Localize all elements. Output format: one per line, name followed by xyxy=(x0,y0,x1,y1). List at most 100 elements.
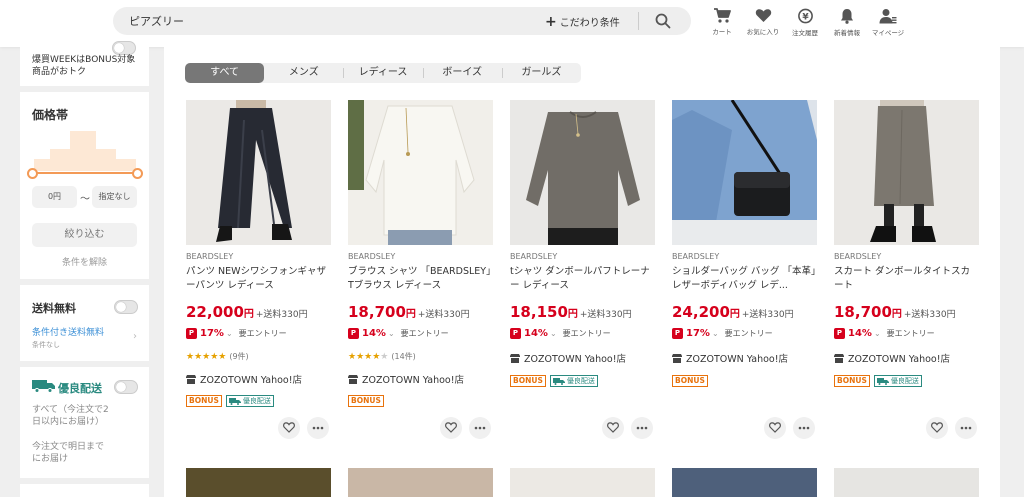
entry-required: 要エントリー xyxy=(400,329,449,338)
header-news[interactable]: 新着情報 xyxy=(825,8,869,37)
product-image[interactable] xyxy=(348,468,493,497)
price-yen: 円 xyxy=(405,309,416,320)
header-favorites[interactable]: お気に入り xyxy=(741,8,785,36)
mypage-icon xyxy=(879,9,897,24)
store-icon xyxy=(348,374,358,384)
product-card[interactable]: BEARDSLEY スカート ダンボールタイトスカート 18,700円 +送料33… xyxy=(834,100,979,440)
product-image[interactable] xyxy=(510,468,655,497)
rating-stars: ★★★★ xyxy=(348,352,381,362)
price-slider-max-handle[interactable] xyxy=(132,168,143,179)
product-rating[interactable]: ★★★★★ (14件) xyxy=(348,351,416,362)
tab-ladies[interactable]: レディース xyxy=(343,63,422,83)
product-store[interactable]: ZOZOTOWN Yahoo!店 xyxy=(348,372,464,386)
product-store[interactable]: ZOZOTOWN Yahoo!店 xyxy=(186,372,302,386)
price-value: 18,150 xyxy=(510,303,568,321)
product-image[interactable] xyxy=(672,100,817,245)
priority-delivery-toggle[interactable] xyxy=(114,380,138,394)
more-button[interactable] xyxy=(793,417,815,439)
favorite-button[interactable] xyxy=(602,417,624,439)
favorite-button[interactable] xyxy=(926,417,948,439)
product-price: 18,150円 +送料330円 xyxy=(510,303,632,321)
price-yen: 円 xyxy=(243,309,254,320)
more-button[interactable] xyxy=(955,417,977,439)
priority-delivery-text: 優良配送 xyxy=(566,377,595,385)
product-image[interactable] xyxy=(348,100,493,245)
chevron-down-icon: ⌄ xyxy=(549,329,557,338)
discount-row[interactable]: P 17% ⌄ 要エントリー xyxy=(186,328,287,339)
product-badges: BONUS xyxy=(348,395,384,407)
narrow-button[interactable]: 絞り込む xyxy=(32,223,137,247)
product-card[interactable]: BEARDSLEY ショルダーバッグ バッグ 「本革」レザーボディバッグ レデ.… xyxy=(672,100,817,440)
discount-row[interactable]: P 14% ⌄ 要エントリー xyxy=(834,328,935,339)
header-icon-label: 注文履歴 xyxy=(792,29,818,37)
discount-rate: 14% xyxy=(848,328,872,339)
product-title[interactable]: ブラウス シャツ 「BEARDSLEY」Tブラウス レディース xyxy=(348,265,493,293)
product-badges: BONUS 優良配送 xyxy=(834,375,922,387)
product-image[interactable] xyxy=(834,468,979,497)
more-button[interactable] xyxy=(307,417,329,439)
header-mypage[interactable]: マイページ xyxy=(866,8,910,37)
bonus-badge: BONUS xyxy=(348,395,384,407)
product-photo-blouse xyxy=(348,100,493,245)
product-image[interactable] xyxy=(510,100,655,245)
product-store[interactable]: ZOZOTOWN Yahoo!店 xyxy=(672,351,788,365)
tab-all[interactable]: すべて xyxy=(185,63,265,83)
tab-boys[interactable]: ボーイズ xyxy=(422,63,502,83)
discount-row[interactable]: P 14% ⌄ 要エントリー xyxy=(348,328,449,339)
more-icon xyxy=(474,426,486,430)
favorite-button[interactable] xyxy=(764,417,786,439)
more-button[interactable] xyxy=(631,417,653,439)
product-price: 24,200円 +送料330円 xyxy=(672,303,794,321)
delivery-option-line: 今注文で明日まで xyxy=(32,442,105,452)
tab-girls[interactable]: ガールズ xyxy=(501,63,581,83)
more-button[interactable] xyxy=(469,417,491,439)
plus-icon: + xyxy=(545,13,557,30)
product-title[interactable]: ショルダーバッグ バッグ 「本革」レザーボディバッグ レデ... xyxy=(672,265,817,293)
price-yen: 円 xyxy=(729,309,740,320)
delivery-truck-icon xyxy=(876,377,889,385)
favorite-button[interactable] xyxy=(440,417,462,439)
free-shipping-toggle[interactable] xyxy=(114,300,138,314)
clear-conditions-link[interactable]: 条件を解除 xyxy=(20,255,149,268)
product-title[interactable]: スカート ダンボールタイトスカート xyxy=(834,265,979,293)
product-photo-bag xyxy=(672,100,817,245)
product-brand: BEARDSLEY xyxy=(348,252,396,261)
product-price: 22,000円 +送料330円 xyxy=(186,303,308,321)
heart-outline-icon xyxy=(283,422,295,433)
bonus-badge: BONUS xyxy=(672,375,708,387)
discount-rate: 17% xyxy=(200,328,224,339)
discount-row[interactable]: P 14% ⌄ 要エントリー xyxy=(510,328,611,339)
product-photo-pants xyxy=(186,100,331,245)
tab-mens[interactable]: メンズ xyxy=(264,63,343,83)
product-image[interactable] xyxy=(834,100,979,245)
product-brand: BEARDSLEY xyxy=(672,252,720,261)
product-image[interactable] xyxy=(186,468,331,497)
header-order-history[interactable]: ¥ 注文履歴 xyxy=(783,8,827,37)
rating-stars: ★★★★★ xyxy=(186,352,227,362)
product-title[interactable]: tシャツ ダンボールパフトレーナー レディース xyxy=(510,265,655,293)
header-icon-label: カート xyxy=(712,28,732,36)
product-store[interactable]: ZOZOTOWN Yahoo!店 xyxy=(510,351,626,365)
product-card[interactable]: BEARDSLEY パンツ NEWシワシフォンギャザーパンツ レディース 22,… xyxy=(186,100,331,440)
product-card[interactable]: BEARDSLEY tシャツ ダンボールパフトレーナー レディース 18,150… xyxy=(510,100,655,440)
conditional-shipping-link[interactable]: 条件付き送料無料 xyxy=(32,325,104,338)
delivery-option-all[interactable]: すべて（今注文で2 日以内にお届け） xyxy=(32,404,109,428)
favorite-button[interactable] xyxy=(278,417,300,439)
kodawari-button[interactable]: + こだわり条件 xyxy=(545,13,620,30)
price-max-input[interactable]: 指定なし xyxy=(92,186,137,208)
svg-text:¥: ¥ xyxy=(802,12,809,22)
product-store[interactable]: ZOZOTOWN Yahoo!店 xyxy=(834,351,950,365)
product-rating[interactable]: ★★★★★ (9件) xyxy=(186,351,249,362)
header-cart[interactable]: カート xyxy=(700,8,744,36)
search-input[interactable] xyxy=(129,13,529,29)
price-min-input[interactable]: 0円 xyxy=(32,186,77,208)
product-title[interactable]: パンツ NEWシワシフォンギャザーパンツ レディース xyxy=(186,265,331,293)
search-icon[interactable] xyxy=(654,12,672,30)
product-card[interactable]: BEARDSLEY ブラウス シャツ 「BEARDSLEY」Tブラウス レディー… xyxy=(348,100,493,440)
product-image[interactable] xyxy=(186,100,331,245)
price-slider-min-handle[interactable] xyxy=(27,168,38,179)
product-image[interactable] xyxy=(672,468,817,497)
bonus-toggle[interactable] xyxy=(112,41,136,55)
delivery-option-tomorrow[interactable]: 今注文で明日まで にお届け xyxy=(32,441,104,465)
discount-row[interactable]: P 17% ⌄ 要エントリー xyxy=(672,328,773,339)
